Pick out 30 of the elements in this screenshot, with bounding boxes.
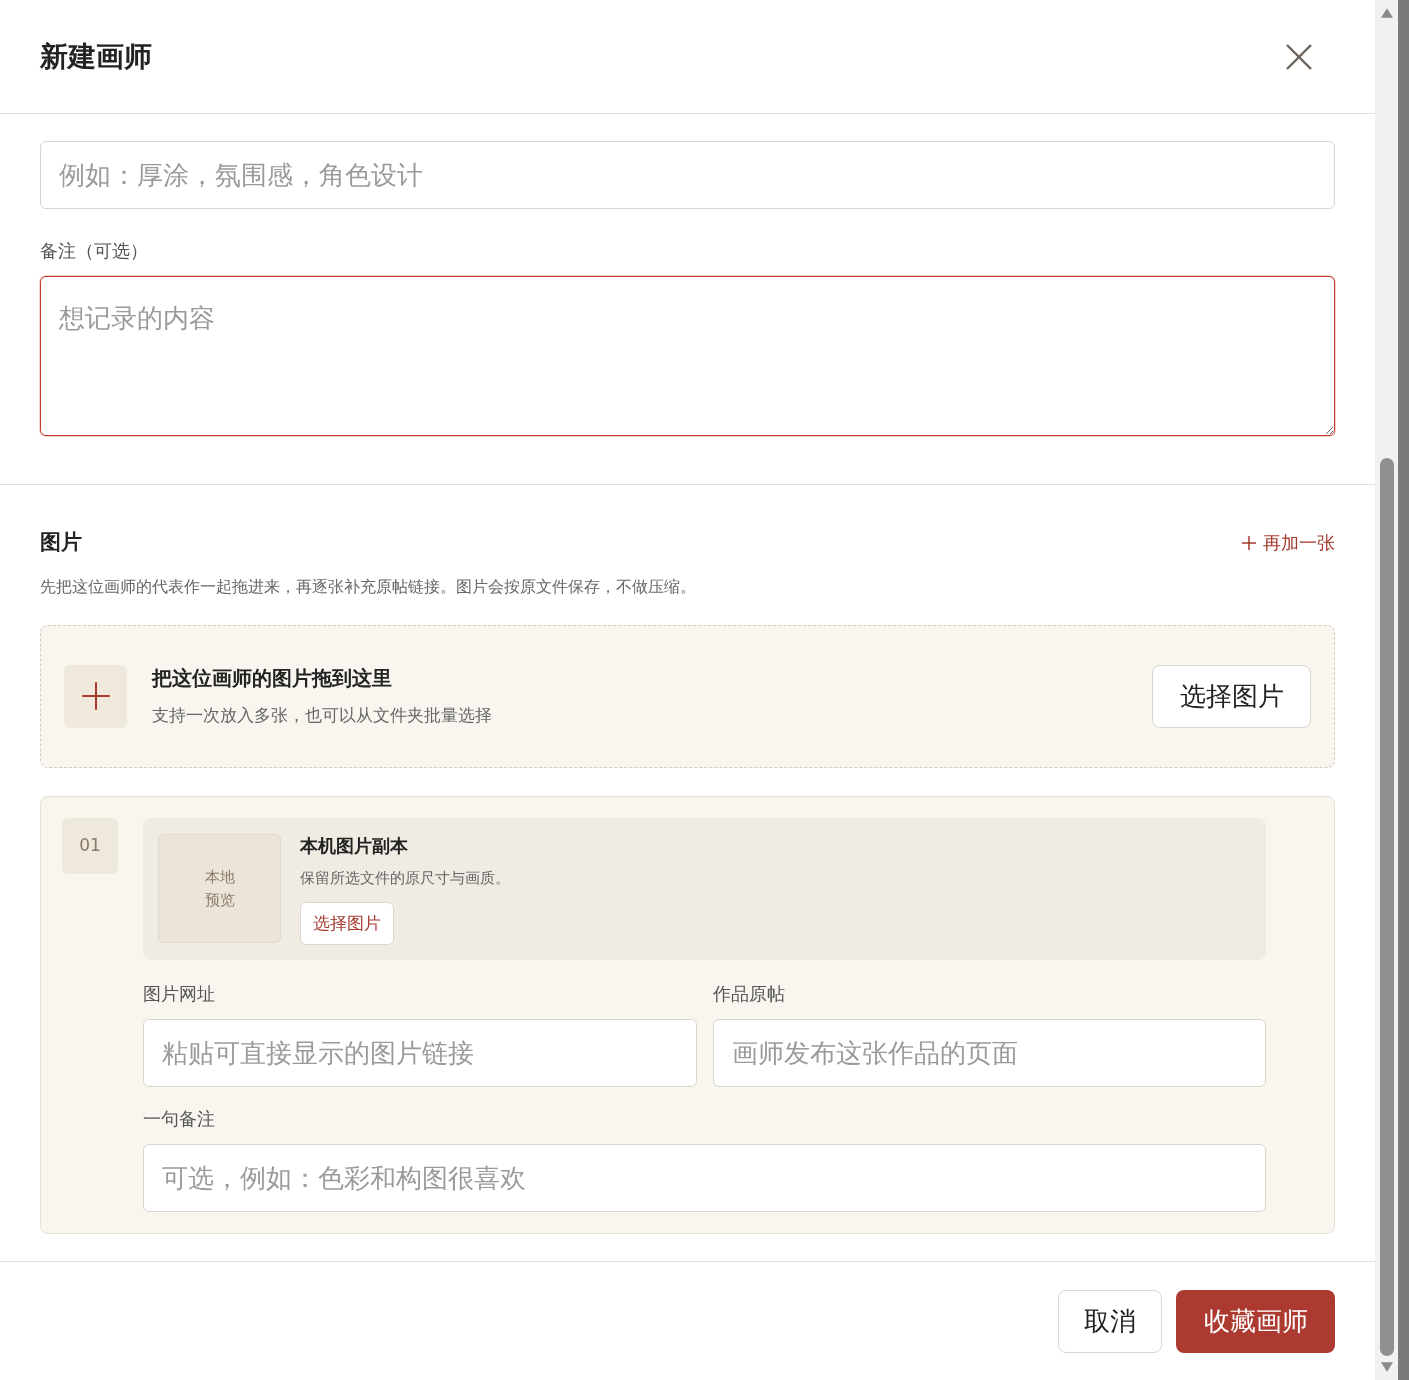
field-label: 作品原帖: [712, 981, 786, 1006]
index-badge: 01: [62, 817, 118, 874]
choose-images-button[interactable]: 选择图片: [1152, 664, 1311, 728]
notes-field[interactable]: 想记录的内容: [40, 276, 1335, 436]
post-url-field[interactable]: 画师发布这张作品的页面: [712, 1018, 1266, 1087]
image-url-field[interactable]: 粘贴可直接显示的图片链接: [143, 1018, 697, 1087]
drop-zone-hint: 支持一次放入多张，也可以从文件夹批量选择: [152, 704, 493, 728]
drop-zone[interactable]: 把这位画师的图片拖到这里 支持一次放入多张，也可以从文件夹批量选择 选择图片: [40, 624, 1335, 768]
plus-icon: [64, 664, 127, 728]
add-more-link[interactable]: 再加一张: [1241, 529, 1335, 557]
section-title: 图片: [40, 529, 82, 556]
dialog-title: 新建画师: [40, 38, 152, 75]
preview-label: 本地: [204, 866, 235, 888]
preview-label: 预览: [204, 889, 235, 911]
source-title: 本机图片副本: [300, 834, 408, 859]
plus-icon: [1241, 534, 1257, 551]
note-field[interactable]: 可选，例如：色彩和构图很喜欢: [143, 1143, 1266, 1212]
scroll-up-icon[interactable]: [1380, 8, 1393, 18]
source-hint: 保留所选文件的原尺寸与画质。: [300, 868, 510, 890]
field-label: 图片网址: [143, 981, 216, 1006]
drop-zone-title: 把这位画师的图片拖到这里: [152, 665, 393, 693]
tags-field[interactable]: 例如：厚涂，氛围感，角色设计: [40, 141, 1335, 209]
scroll-down-icon[interactable]: [1380, 1362, 1393, 1372]
field-label: 备注（可选）: [40, 239, 149, 263]
submit-button[interactable]: 收藏画师: [1176, 1289, 1335, 1353]
field-label: 一句备注: [143, 1106, 216, 1131]
scrollbar[interactable]: [1375, 0, 1398, 1380]
choose-image-button[interactable]: 选择图片: [300, 901, 394, 945]
section-description: 先把这位画师的代表作一起拖进来，再逐张补充原帖链接。图片会按原文件保存，不做压缩。: [40, 575, 697, 598]
cancel-button[interactable]: 取消: [1058, 1289, 1162, 1353]
